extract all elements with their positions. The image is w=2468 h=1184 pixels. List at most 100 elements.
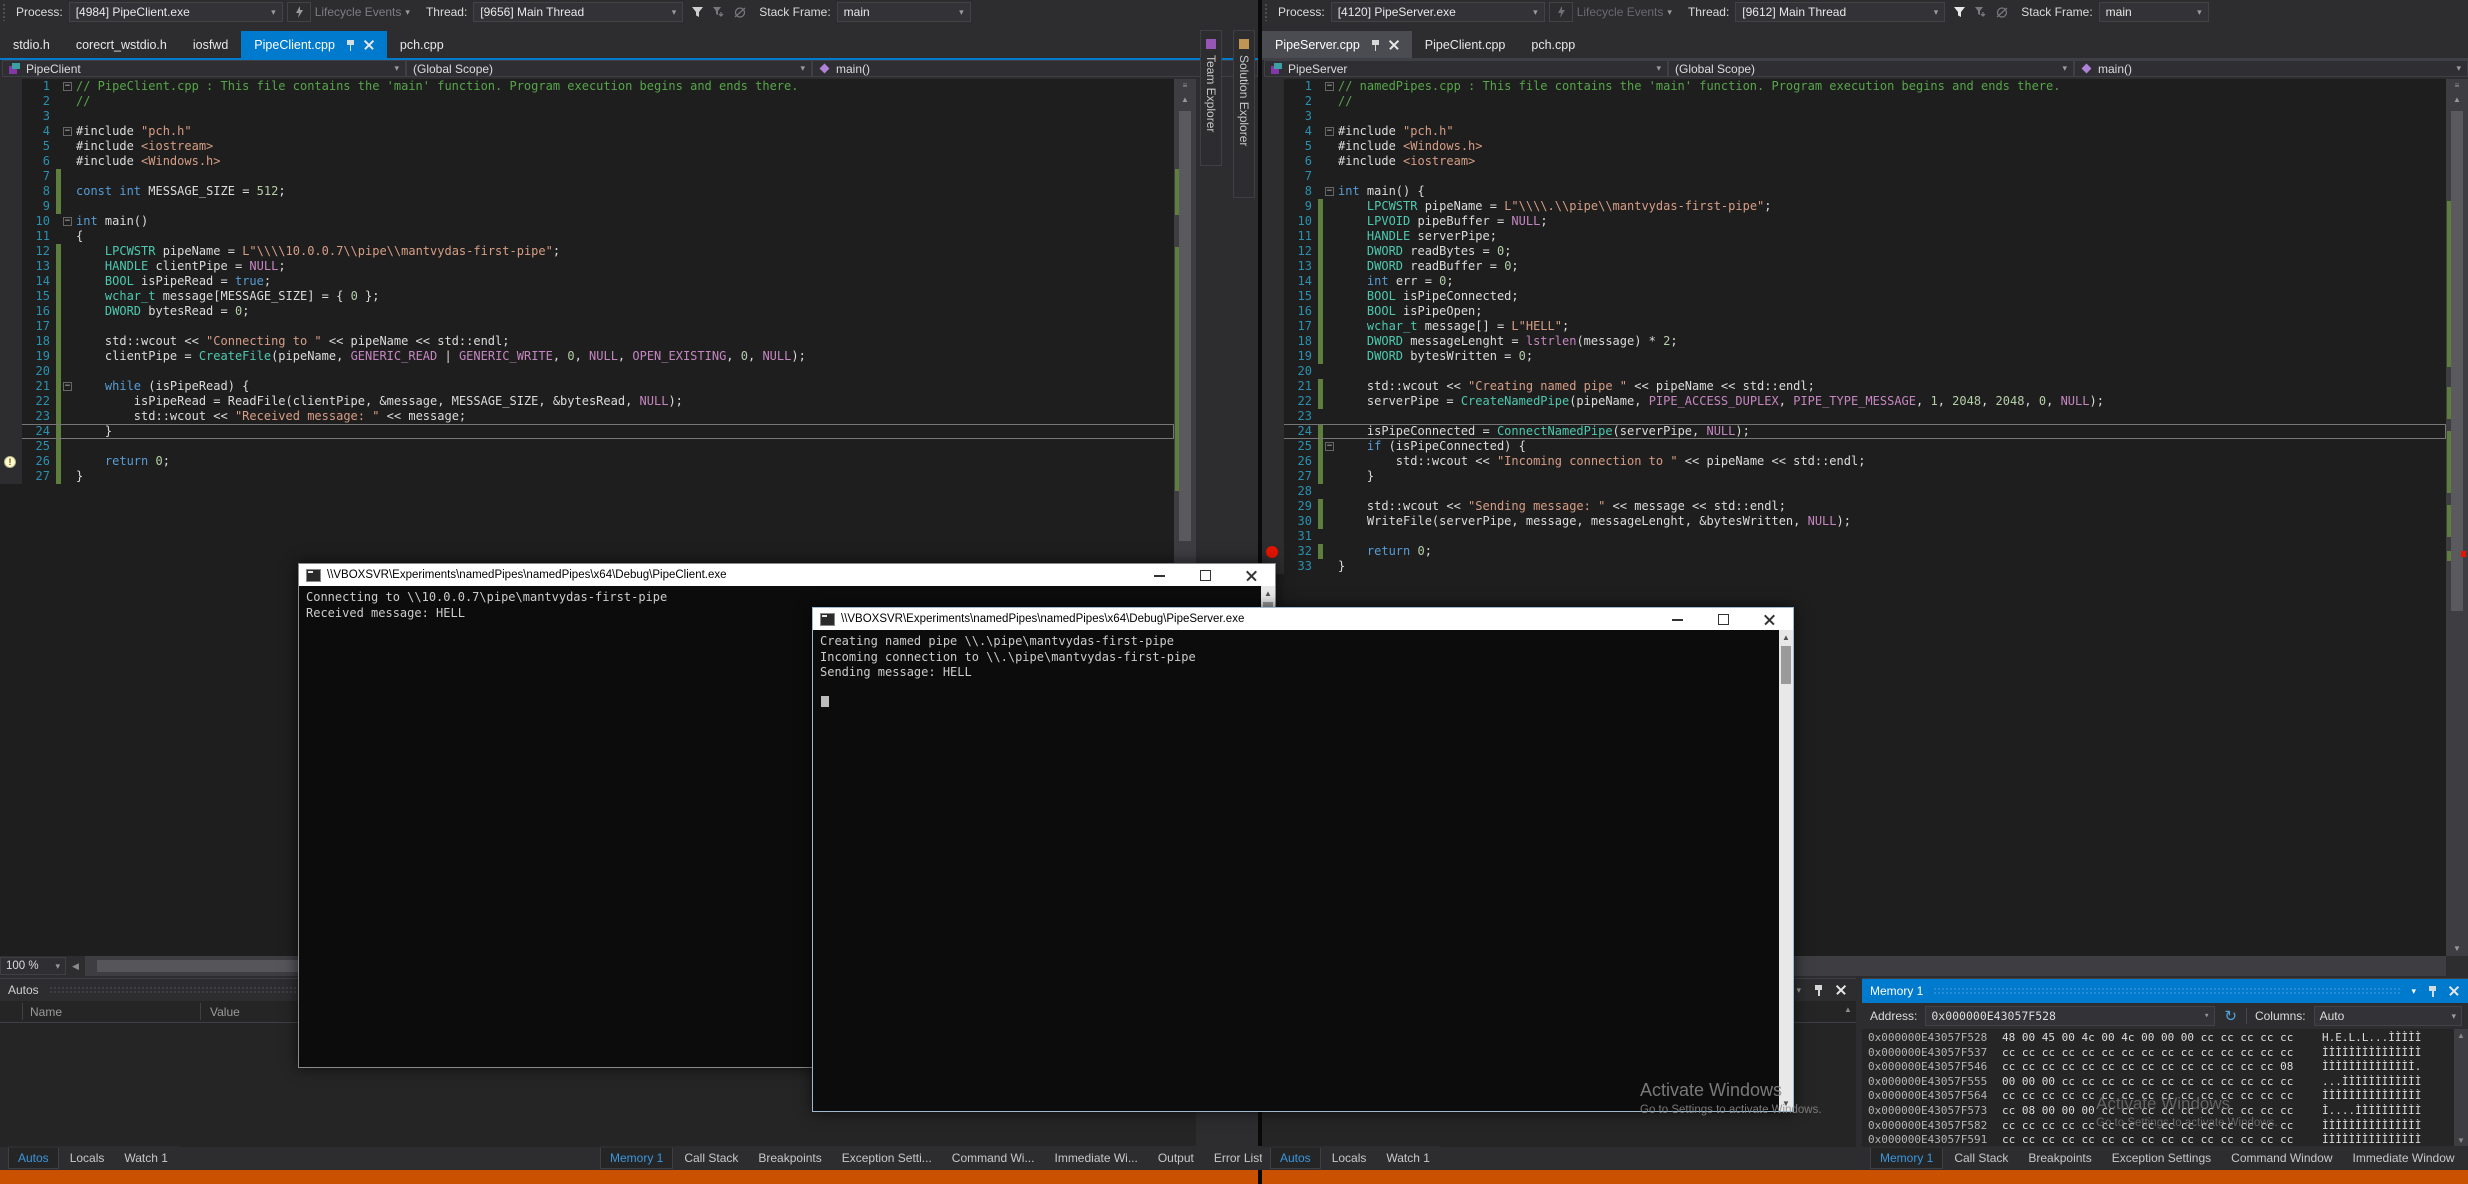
memory-panel-header[interactable]: Memory 1 xyxy=(1862,979,2468,1003)
fold-collapse-icon[interactable]: − xyxy=(1325,127,1334,136)
pin-icon[interactable] xyxy=(2427,985,2438,997)
code-line[interactable]: 25− if (isPipeConnected) { xyxy=(1262,439,2446,454)
document-tab[interactable]: corecrt_wstdio.h xyxy=(63,31,180,58)
code-line[interactable]: 8const int MESSAGE_SIZE = 512; xyxy=(0,184,1174,199)
tool-window-tab[interactable]: Exception Setti... xyxy=(833,1148,941,1168)
tool-window-tab[interactable]: Command Wi... xyxy=(943,1148,1044,1168)
code-line[interactable]: 13 DWORD readBuffer = 0; xyxy=(1262,259,2446,274)
thread-dropdown[interactable]: [9656] Main Thread xyxy=(473,2,683,22)
document-tab[interactable]: stdio.h xyxy=(0,31,63,58)
code-line[interactable]: 8−int main() { xyxy=(1262,184,2446,199)
scroll-up-icon[interactable]: ▲ xyxy=(2446,93,2468,107)
filter-funnel-icon[interactable] xyxy=(691,6,704,19)
code-line[interactable]: 17 xyxy=(0,319,1174,334)
code-line[interactable]: 3 xyxy=(1262,109,2446,124)
code-line[interactable]: 2// xyxy=(0,94,1174,109)
close-icon[interactable] xyxy=(1836,985,1846,995)
close-icon[interactable] xyxy=(364,40,374,50)
member-dropdown[interactable]: main() xyxy=(2074,60,2468,77)
process-dropdown[interactable]: [4120] PipeServer.exe xyxy=(1331,2,1545,22)
code-line[interactable]: 20 xyxy=(0,364,1174,379)
code-line[interactable]: 15 BOOL isPipeConnected; xyxy=(1262,289,2446,304)
memory-row[interactable]: 0x000000E43057F52848 00 45 00 4c 00 4c 0… xyxy=(1868,1031,2454,1046)
global-scope-dropdown[interactable]: (Global Scope) xyxy=(406,60,812,77)
maximize-button[interactable] xyxy=(1183,564,1229,586)
tool-window-tab[interactable]: Breakpoints xyxy=(2019,1148,2100,1168)
code-line[interactable]: 7 xyxy=(0,169,1174,184)
lifecycle-events-icon[interactable] xyxy=(287,2,311,22)
fold-collapse-icon[interactable]: − xyxy=(63,127,72,136)
stack-frame-dropdown[interactable]: main xyxy=(2099,2,2209,22)
document-tab[interactable]: PipeClient.cpp xyxy=(241,31,387,58)
scroll-up-icon[interactable]: ▲ xyxy=(1261,589,1275,598)
memory-row[interactable]: 0x000000E43057F564cc cc cc cc cc cc cc c… xyxy=(1868,1089,2454,1104)
code-line[interactable]: 12 LPCWSTR pipeName = L"\\\\10.0.0.7\\pi… xyxy=(0,244,1174,259)
document-tab[interactable]: PipeServer.cpp xyxy=(1262,31,1412,58)
scroll-up-icon[interactable]: ▲ xyxy=(1842,1005,1854,1014)
maximize-button[interactable] xyxy=(1701,608,1747,630)
close-button[interactable] xyxy=(1747,608,1793,630)
lifecycle-events-label[interactable]: Lifecycle Events xyxy=(1577,5,1664,19)
tool-window-tab[interactable]: Autos xyxy=(1270,1148,1321,1169)
code-line[interactable]: 24 isPipeConnected = ConnectNamedPipe(se… xyxy=(1262,424,2446,439)
code-line[interactable]: 18 DWORD messageLenght = lstrlen(message… xyxy=(1262,334,2446,349)
filter-funnel-arrow-icon[interactable] xyxy=(1974,6,1987,19)
sidebar-tab-solution-explorer[interactable]: Solution Explorer xyxy=(1233,30,1255,198)
tool-window-tab[interactable]: Watch 1 xyxy=(1377,1148,1439,1168)
fold-collapse-icon[interactable]: − xyxy=(63,82,72,91)
code-line[interactable]: 19 clientPipe = CreateFile(pipeName, GEN… xyxy=(0,349,1174,364)
scroll-left-icon[interactable]: ◀ xyxy=(72,961,79,972)
code-line[interactable]: 6#include <Windows.h> xyxy=(0,154,1174,169)
console-output[interactable]: Creating named pipe \\.\pipe\mantvydas-f… xyxy=(813,630,1793,1111)
tool-window-tab[interactable]: Memory 1 xyxy=(600,1148,673,1169)
scroll-up-icon[interactable]: ▲ xyxy=(1174,93,1196,107)
scroll-down-icon[interactable]: ▼ xyxy=(1779,1099,1793,1108)
column-value[interactable]: Value xyxy=(210,1005,240,1019)
process-dropdown[interactable]: [4984] PipeClient.exe xyxy=(69,2,283,22)
code-line[interactable]: 1−// namedPipes.cpp : This file contains… xyxy=(1262,79,2446,94)
tool-window-tab[interactable]: Immediate Window xyxy=(2344,1148,2464,1168)
column-divider[interactable] xyxy=(200,1003,201,1020)
global-scope-dropdown[interactable]: (Global Scope) xyxy=(1668,60,2074,77)
code-line[interactable]: 31 xyxy=(1262,529,2446,544)
tool-window-tab[interactable]: Breakpoints xyxy=(749,1148,830,1168)
columns-dropdown[interactable]: Auto xyxy=(2314,1006,2462,1026)
code-line[interactable]: 6#include <iostream> xyxy=(1262,154,2446,169)
code-line[interactable]: 1−// PipeClient.cpp : This file contains… xyxy=(0,79,1174,94)
filter-funnel-arrow-icon[interactable] xyxy=(712,6,725,19)
tool-window-tab[interactable]: Call Stack xyxy=(675,1148,747,1168)
tool-window-tab[interactable]: Autos xyxy=(8,1148,59,1169)
refresh-icon[interactable]: ↻ xyxy=(2224,1007,2237,1025)
window-position-icon[interactable] xyxy=(2411,987,2416,996)
minimize-button[interactable] xyxy=(1655,608,1701,630)
code-line[interactable]: !26 return 0; xyxy=(0,454,1174,469)
code-line[interactable]: 3 xyxy=(0,109,1174,124)
code-line[interactable]: 11 HANDLE serverPipe; xyxy=(1262,229,2446,244)
editor-vertical-scrollbar[interactable]: ≡ ▲ ▼ xyxy=(2446,79,2468,956)
document-tab[interactable]: iosfwd xyxy=(180,31,241,58)
fold-collapse-icon[interactable]: − xyxy=(1325,82,1334,91)
code-line[interactable]: 5#include <iostream> xyxy=(0,139,1174,154)
code-line[interactable]: 22 serverPipe = CreateNamedPipe(pipeName… xyxy=(1262,394,2446,409)
address-input[interactable]: 0x000000E43057F528 xyxy=(1925,1006,2215,1026)
code-line[interactable]: 26 std::wcout << "Incoming connection to… xyxy=(1262,454,2446,469)
code-line[interactable]: 16 DWORD bytesRead = 0; xyxy=(0,304,1174,319)
scrollbar-splitter-icon[interactable]: ≡ xyxy=(1174,79,1196,93)
code-line[interactable]: 7 xyxy=(1262,169,2446,184)
code-line[interactable]: 21− while (isPipeRead) { xyxy=(0,379,1174,394)
console-scrollbar[interactable]: ▲ ▼ xyxy=(1779,630,1793,1111)
tool-window-tab[interactable]: Locals xyxy=(61,1148,114,1168)
memory-row[interactable]: 0x000000E43057F573cc 08 00 00 00 cc cc c… xyxy=(1868,1104,2454,1119)
memory-row[interactable]: 0x000000E43057F537cc cc cc cc cc cc cc c… xyxy=(1868,1046,2454,1061)
pin-icon[interactable] xyxy=(1370,39,1381,51)
document-tab[interactable]: pch.cpp xyxy=(387,31,457,58)
pin-icon[interactable] xyxy=(345,39,356,51)
code-line[interactable]: 9 LPCWSTR pipeName = L"\\\\.\\pipe\\mant… xyxy=(1262,199,2446,214)
code-line[interactable]: 17 wchar_t message[] = L"HELL"; xyxy=(1262,319,2446,334)
fold-collapse-icon[interactable]: − xyxy=(1325,187,1334,196)
fold-collapse-icon[interactable]: − xyxy=(63,382,72,391)
tool-window-tab[interactable]: Exception Settings xyxy=(2103,1148,2220,1168)
close-icon[interactable] xyxy=(2449,986,2459,996)
code-line[interactable]: 23 std::wcout << "Received message: " <<… xyxy=(0,409,1174,424)
fold-collapse-icon[interactable]: − xyxy=(63,217,72,226)
